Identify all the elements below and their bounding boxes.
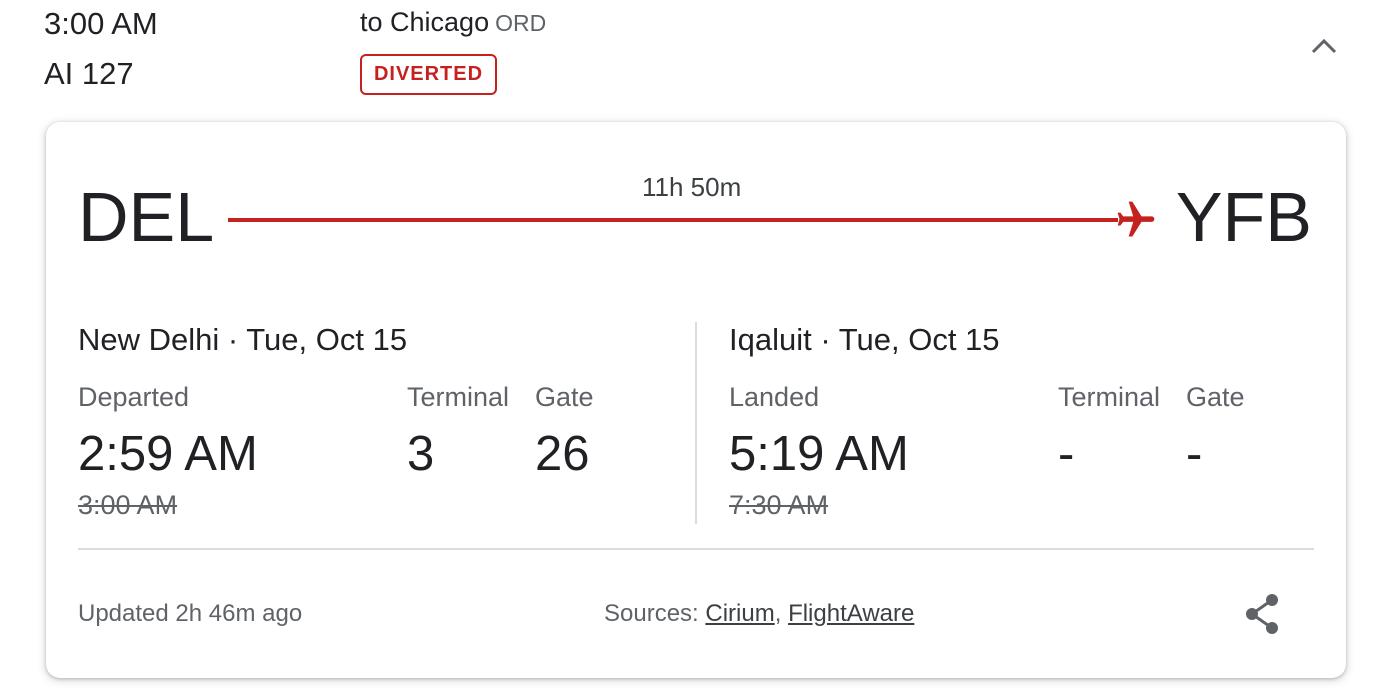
origin-airport-code: DEL xyxy=(78,178,215,256)
flight-summary-header[interactable]: 3:00 AM AI 127 to Chicago ORD DIVERTED xyxy=(0,0,1385,120)
column-divider xyxy=(695,322,697,524)
arrival-scheduled-time: 7:30 AM xyxy=(729,490,829,520)
source-link-cirium[interactable]: Cirium xyxy=(705,600,774,627)
sources-separator: , xyxy=(774,600,782,627)
departure-scheduled-time: 3:00 AM xyxy=(78,490,178,520)
departure-gate: 26 xyxy=(535,427,590,481)
departure-city-date: New Delhi · Tue, Oct 15 xyxy=(78,322,408,357)
destination-code: ORD xyxy=(495,10,547,36)
arrival-city-date: Iqaluit · Tue, Oct 15 xyxy=(729,322,1000,357)
departure-terminal: 3 xyxy=(407,427,435,481)
route-line xyxy=(228,218,1118,222)
arrival-terminal: - xyxy=(1058,427,1075,481)
departure-status-label: Departed xyxy=(78,382,190,412)
updated-timestamp: Updated 2h 46m ago xyxy=(78,600,303,627)
departure-terminal-label: Terminal xyxy=(407,382,510,412)
flight-details-card: DEL 11h 50m YFB New Delhi · Tue, Oct 15 … xyxy=(46,122,1346,678)
sources: Sources: Cirium, FlightAware xyxy=(604,600,914,628)
arrival-status-label: Landed xyxy=(729,382,820,412)
arrival-terminal-label: Terminal xyxy=(1058,382,1161,412)
destination-city: to Chicago xyxy=(360,7,490,37)
collapse-button[interactable] xyxy=(1304,28,1344,64)
arrival-gate: - xyxy=(1186,427,1203,481)
status-badge: DIVERTED xyxy=(360,54,497,95)
source-link-flightaware[interactable]: FlightAware xyxy=(788,600,914,627)
arrival-actual-time: 5:19 AM xyxy=(729,427,909,481)
destination-airport-code: YFB xyxy=(1175,178,1312,256)
airplane-icon xyxy=(1117,201,1155,237)
share-icon[interactable] xyxy=(1242,592,1282,636)
footer-divider xyxy=(78,548,1314,550)
flight-duration: 11h 50m xyxy=(642,172,742,202)
departure-gate-label: Gate xyxy=(535,382,594,412)
flight-number: AI 127 xyxy=(44,56,134,91)
arrival-gate-label: Gate xyxy=(1186,382,1245,412)
destination-summary: to Chicago ORD xyxy=(360,7,546,38)
sources-label: Sources: xyxy=(604,600,699,627)
chevron-up-icon xyxy=(1311,38,1337,54)
departure-time: 3:00 AM xyxy=(44,6,158,41)
departure-actual-time: 2:59 AM xyxy=(78,427,258,481)
